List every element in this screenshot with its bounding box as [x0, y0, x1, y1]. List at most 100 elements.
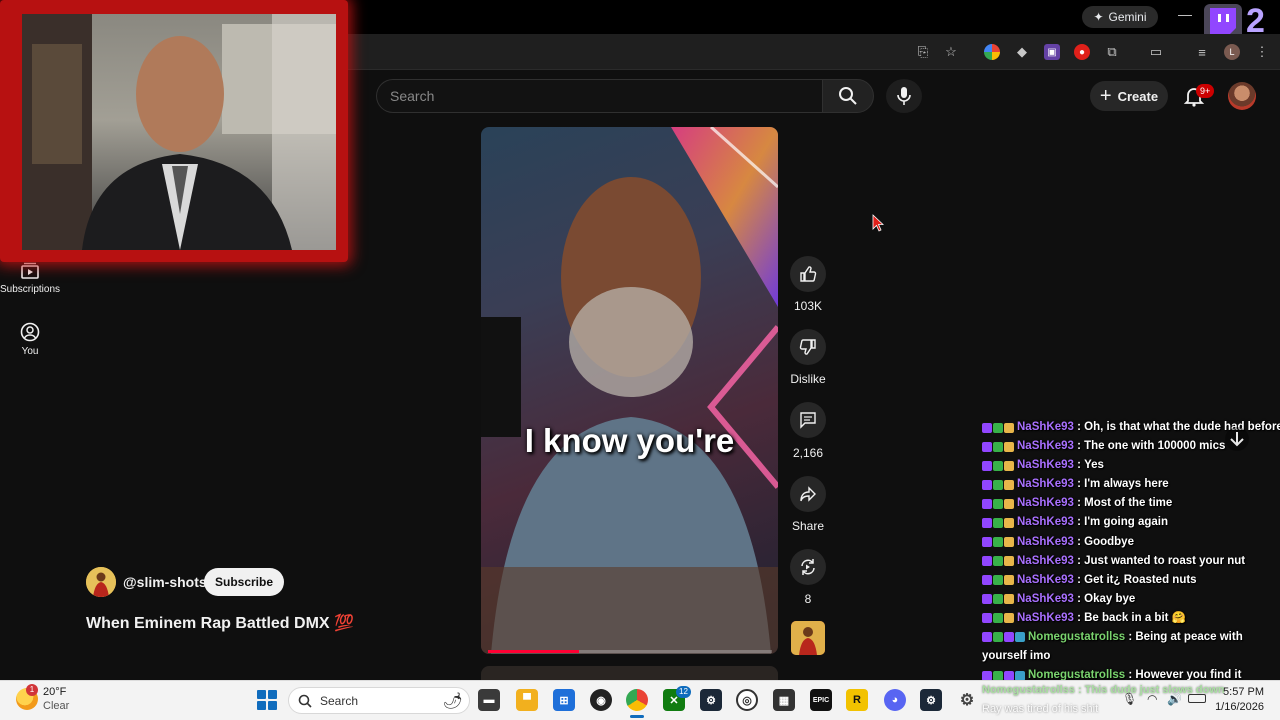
obs-icon[interactable]: ◉ [590, 689, 612, 711]
mouse-cursor-icon [872, 214, 884, 232]
gemini-button[interactable]: ✦ Gemini [1082, 6, 1158, 28]
chat-username[interactable]: NaShKe93 [1017, 494, 1074, 513]
xbox-count-badge: 12 [676, 686, 691, 698]
epic-games-icon[interactable]: EPIC [810, 689, 832, 711]
chat-badge-icon [993, 460, 1003, 471]
chat-username[interactable]: NaShKe93 [1017, 513, 1074, 532]
search-icon [839, 87, 857, 105]
chat-badge-icon [982, 575, 992, 586]
chat-username[interactable]: NaShKe93 [1017, 437, 1074, 456]
chat-username[interactable]: NaShKe93 [1017, 609, 1074, 628]
sidebar-item-subscriptions[interactable]: Subscriptions [0, 262, 60, 295]
subscribe-button[interactable]: Subscribe [204, 568, 284, 596]
settings-gear-icon[interactable]: ⚙ [956, 689, 978, 711]
discord-icon[interactable]: ◕ [884, 689, 906, 711]
microsoft-store-icon[interactable]: ⊞ [553, 689, 575, 711]
reading-list-icon[interactable]: ≡ [1194, 44, 1210, 60]
webcam-feed [22, 14, 336, 250]
chat-badges [982, 460, 1014, 471]
chat-separator: : [1073, 554, 1085, 567]
extension-red-icon[interactable]: ● [1074, 44, 1090, 60]
install-app-icon[interactable]: ⎘ [915, 44, 931, 60]
comments-button[interactable] [790, 402, 826, 438]
extension-diamond-icon[interactable]: ◆ [1014, 44, 1030, 60]
weather-temperature[interactable]: 20°F [43, 686, 66, 698]
share-button[interactable] [790, 476, 826, 512]
account-avatar[interactable] [1228, 82, 1256, 110]
steam-alt-icon[interactable]: ⚙ [920, 689, 942, 711]
wifi-icon[interactable]: ◠ [1147, 692, 1157, 706]
weather-description[interactable]: Clear [43, 700, 69, 712]
chat-username[interactable]: NaShKe93 [1017, 552, 1074, 571]
chat-badges [982, 498, 1014, 509]
chat-text: Be back in a bit 🤗 [1084, 611, 1186, 624]
channel-avatar[interactable] [86, 567, 116, 597]
remix-icon [801, 559, 815, 575]
microphone-icon [897, 87, 911, 105]
chat-badge-icon [1004, 575, 1014, 586]
like-button[interactable] [790, 256, 826, 292]
chat-username[interactable]: NaShKe93 [1017, 456, 1074, 475]
chat-badges [982, 422, 1014, 433]
extensions-puzzle-icon[interactable]: ⧉ [1104, 44, 1120, 60]
microphone-tray-icon[interactable]: 🎙 [1122, 692, 1137, 706]
dislike-button[interactable] [790, 329, 826, 365]
chat-badges [982, 556, 1014, 567]
chat-text: The one with 100000 mics [1084, 440, 1226, 453]
create-button[interactable]: + Create [1090, 81, 1168, 111]
file-explorer-icon[interactable]: ▀ [516, 689, 538, 711]
channel-handle[interactable]: @slim-shots [123, 574, 207, 590]
clock-date[interactable]: 1/16/2026 [1212, 701, 1264, 713]
task-view-icon[interactable]: ▬ [478, 689, 500, 711]
battery-icon[interactable] [1188, 694, 1206, 703]
chat-badge-icon [993, 479, 1003, 490]
chat-badge-icon [1004, 479, 1014, 490]
voice-search-button[interactable] [886, 79, 922, 113]
chat-text: Okay bye [1084, 592, 1136, 605]
address-bar[interactable] [348, 34, 1280, 70]
bookmark-star-icon[interactable]: ☆ [943, 44, 959, 60]
clock-time[interactable]: 5:57 PM [1218, 686, 1264, 698]
taskbar-search-box[interactable]: Search 🌶 [288, 687, 470, 714]
extension-twitch-icon[interactable]: ▣ [1044, 44, 1060, 60]
steam-icon[interactable]: ⚙ [700, 689, 722, 711]
profile-icon[interactable]: L [1224, 44, 1240, 60]
calculator-icon[interactable]: ▦ [773, 689, 795, 711]
remix-count: 8 [804, 592, 812, 606]
chat-username[interactable]: NaShKe93 [1017, 590, 1074, 609]
chat-username[interactable]: NaShKe93 [1017, 571, 1074, 590]
chat-separator: : [1073, 611, 1085, 624]
video-title[interactable]: When Eminem Rap Battled DMX 💯 [86, 613, 354, 633]
minimize-button[interactable]: — [1176, 6, 1194, 26]
chat-username[interactable]: Nomegustatrollss [1028, 631, 1125, 643]
sound-thumbnail[interactable] [791, 621, 825, 655]
chat-scroll-down-button[interactable] [1224, 426, 1250, 452]
rockstar-icon[interactable]: R [846, 689, 868, 711]
chat-username[interactable]: NaShKe93 [1017, 418, 1074, 437]
volume-icon[interactable]: 🔊 [1167, 692, 1182, 706]
chat-badge-icon [982, 537, 992, 548]
chat-text: I'm going again [1084, 516, 1168, 529]
extension-color-icon[interactable] [984, 44, 1000, 60]
target-app-icon[interactable]: ◎ [736, 689, 758, 711]
menu-kebab-icon[interactable]: ⋮ [1254, 44, 1270, 60]
chrome-icon[interactable] [626, 689, 648, 711]
windows-start-button[interactable] [257, 690, 277, 710]
chat-badge-icon [982, 498, 992, 509]
search-button[interactable] [822, 79, 874, 113]
chat-text: Get it¿ Roasted nuts [1084, 573, 1197, 586]
sidebar-item-you[interactable]: You [0, 322, 60, 357]
chat-badge-icon [993, 537, 1003, 548]
chat-badge-icon [982, 632, 992, 642]
user-circle-icon [20, 322, 40, 342]
short-video-player[interactable] [481, 127, 778, 654]
dislike-label: Dislike [790, 372, 826, 386]
chat-badge-icon [1004, 556, 1014, 567]
chat-username[interactable]: NaShKe93 [1017, 533, 1074, 552]
remix-button[interactable] [790, 549, 826, 585]
chat-badge-icon [1004, 460, 1014, 471]
next-short-preview[interactable] [481, 666, 778, 680]
tab-search-icon[interactable]: ▭ [1148, 44, 1164, 60]
search-input[interactable]: Search [376, 79, 822, 113]
chat-username[interactable]: NaShKe93 [1017, 475, 1074, 494]
